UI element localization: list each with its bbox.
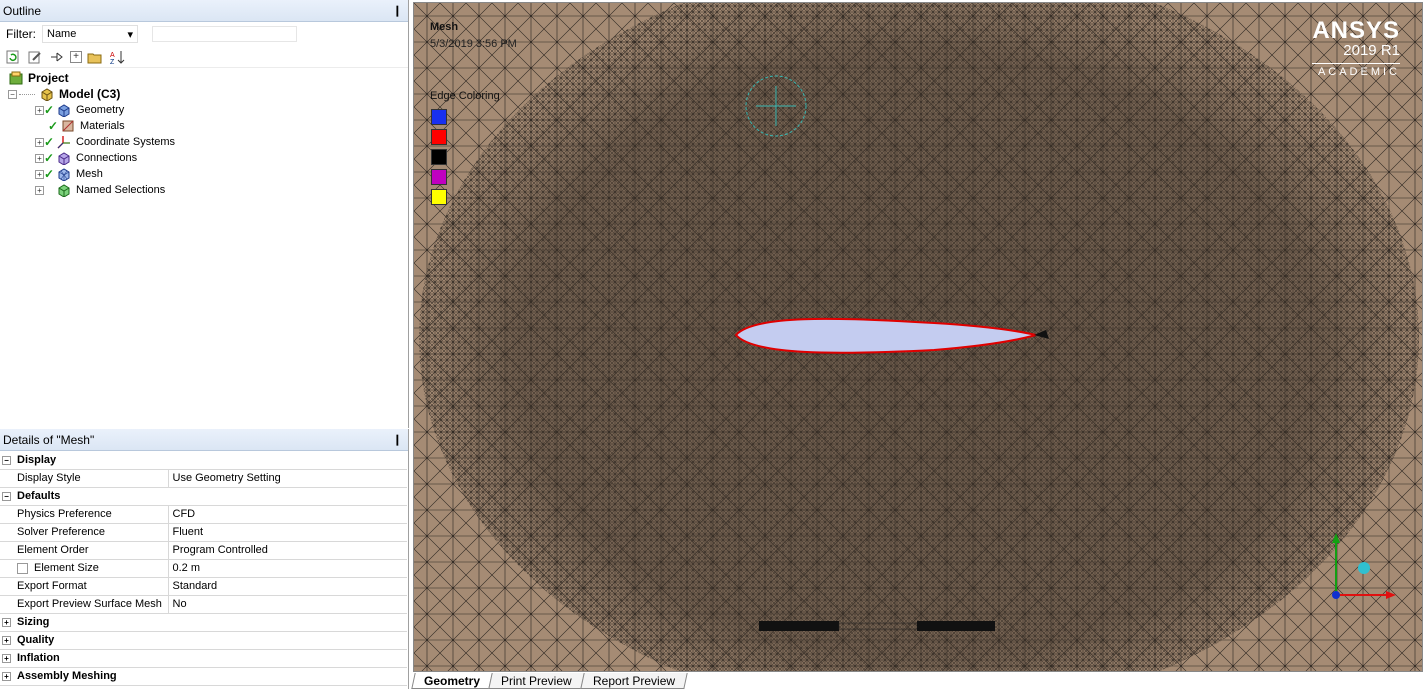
details-row-solver-preference[interactable]: Solver Preference Fluent <box>0 523 407 542</box>
details-row-element-order[interactable]: Element Order Program Controlled <box>0 541 407 560</box>
expand-icon[interactable]: + <box>2 618 11 627</box>
mesh-icon <box>56 167 72 181</box>
checkmark-icon: ✓ <box>48 119 59 133</box>
tree-item-materials[interactable]: ✓ Materials <box>0 118 408 134</box>
filter-search-input[interactable] <box>152 26 297 42</box>
checkmark-icon: ✓ <box>44 103 55 117</box>
named-selections-icon <box>56 183 72 197</box>
details-row-export-format[interactable]: Export Format Standard <box>0 577 407 596</box>
brand-edition: ACADEMIC <box>1312 63 1400 78</box>
project-icon <box>8 71 24 85</box>
tree-label-named-selections: Named Selections <box>76 184 166 196</box>
tree-item-geometry[interactable]: + ✓ Geometry <box>0 102 408 118</box>
collapse-icon[interactable]: − <box>8 89 17 99</box>
details-row-element-size[interactable]: Element Size 0.2 m <box>0 559 407 578</box>
section-quality[interactable]: + Quality <box>0 631 407 650</box>
expand-icon[interactable]: + <box>2 672 11 681</box>
outline-title: Outline <box>3 3 42 18</box>
checkmark-icon: ✓ <box>44 135 55 149</box>
expand-icon[interactable]: + <box>2 654 11 663</box>
details-row-physics-preference[interactable]: Physics Preference CFD <box>0 505 407 524</box>
viewport-title: Mesh <box>430 21 459 33</box>
tab-print-preview[interactable]: Print Preview <box>488 673 585 689</box>
chevron-down-icon: ▾ <box>127 28 133 41</box>
legend-swatch-magenta <box>431 169 447 185</box>
outline-panel: Outline ❙ Filter: Name ▾ + AZ Project − … <box>0 0 409 428</box>
parameter-checkbox[interactable] <box>17 562 28 574</box>
legend-swatch-black <box>431 149 447 165</box>
legend-swatch-blue <box>431 109 447 125</box>
expand-icon[interactable]: + <box>35 185 44 195</box>
pin-icon[interactable]: ❙ <box>393 4 402 17</box>
tab-report-preview[interactable]: Report Preview <box>580 673 688 689</box>
brand-name: ANSYS <box>1312 17 1400 44</box>
tree-label-geometry: Geometry <box>76 104 125 116</box>
tree-item-model[interactable]: − Model (C3) <box>0 86 408 102</box>
expand-icon[interactable]: + <box>35 105 44 115</box>
geometry-icon <box>56 103 72 117</box>
element-size-label: Element Size <box>34 562 99 574</box>
legend-swatch-yellow <box>431 189 447 205</box>
details-title-bar: Details of "Mesh" ❙ <box>0 429 408 451</box>
sort-az-icon[interactable]: AZ <box>108 48 126 66</box>
details-row-display-style[interactable]: Display Style Use Geometry Setting <box>0 469 407 488</box>
tree-label-project: Project <box>28 71 69 85</box>
tree-label-model: Model (C3) <box>59 87 121 101</box>
details-title: Details of "Mesh" <box>3 432 95 447</box>
mesh-canvas[interactable] <box>414 3 1423 672</box>
viewport-tabs: Geometry Print Preview Report Preview <box>411 672 688 689</box>
refresh-icon[interactable] <box>4 48 22 66</box>
tree-label-materials: Materials <box>80 120 125 132</box>
checkmark-icon: ✓ <box>44 167 55 181</box>
expand-icon[interactable]: + <box>2 636 11 645</box>
collapse-icon[interactable]: − <box>2 492 11 501</box>
checkmark-icon: ✓ <box>44 151 55 165</box>
edge-coloring-legend-title: Edge Coloring <box>430 90 500 102</box>
tree-item-coordinate-systems[interactable]: + ✓ Coordinate Systems <box>0 134 408 150</box>
tree-item-mesh[interactable]: + ✓ Mesh <box>0 166 408 182</box>
filter-label: Filter: <box>6 27 36 41</box>
tree-item-connections[interactable]: + ✓ Connections <box>0 150 408 166</box>
outline-title-bar: Outline ❙ <box>0 0 408 22</box>
legend-swatch-red <box>431 129 447 145</box>
svg-text:Z: Z <box>110 59 115 65</box>
tab-geometry[interactable]: Geometry <box>411 673 493 689</box>
svg-text:A: A <box>110 52 115 59</box>
expand-icon[interactable]: + <box>35 153 44 163</box>
model-icon <box>39 87 55 101</box>
pin-icon[interactable]: ❙ <box>393 433 402 446</box>
tree-item-project[interactable]: Project <box>0 70 408 86</box>
collapse-icon[interactable]: − <box>2 455 11 465</box>
filter-row: Filter: Name ▾ <box>0 22 408 46</box>
section-inflation[interactable]: + Inflation <box>0 649 407 668</box>
filter-select-value: Name <box>47 28 77 40</box>
tree-label-connections: Connections <box>76 152 138 164</box>
expand-icon[interactable]: + <box>35 169 44 179</box>
tree-expand-icon[interactable] <box>48 48 66 66</box>
expand-icon[interactable]: + <box>35 137 44 147</box>
details-grid: − Display Display Style Use Geometry Set… <box>0 451 407 686</box>
viewport-timestamp: 5/3/2019 3:56 PM <box>430 38 517 50</box>
outline-toolbar: + AZ <box>0 46 408 68</box>
graphics-viewport[interactable]: Mesh 5/3/2019 3:56 PM Edge Coloring ANSY… <box>413 2 1423 672</box>
ansys-logo: ANSYS 2019 R1 ACADEMIC <box>1312 17 1400 78</box>
section-sizing[interactable]: + Sizing <box>0 613 407 632</box>
section-assembly-meshing[interactable]: + Assembly Meshing <box>0 667 407 686</box>
tree-label-coordinate-systems: Coordinate Systems <box>76 136 176 148</box>
tree-label-mesh: Mesh <box>76 168 103 180</box>
outline-tree: Project − Model (C3) + ✓ Geometry ✓ Mate… <box>0 68 408 198</box>
expand-all-icon[interactable]: + <box>70 50 82 63</box>
edit-icon[interactable] <box>26 48 44 66</box>
coordinate-axes-icon <box>56 135 72 149</box>
section-defaults[interactable]: − Defaults <box>0 487 407 506</box>
details-panel: Details of "Mesh" ❙ − Display Display St… <box>0 429 409 689</box>
connections-icon <box>56 151 72 165</box>
details-row-export-preview[interactable]: Export Preview Surface Mesh No <box>0 595 407 614</box>
section-display[interactable]: − Display <box>0 451 407 470</box>
filter-select[interactable]: Name ▾ <box>42 25 138 43</box>
materials-icon <box>60 119 76 133</box>
tree-item-named-selections[interactable]: + ✓ Named Selections <box>0 182 408 198</box>
folder-icon[interactable] <box>86 48 104 66</box>
